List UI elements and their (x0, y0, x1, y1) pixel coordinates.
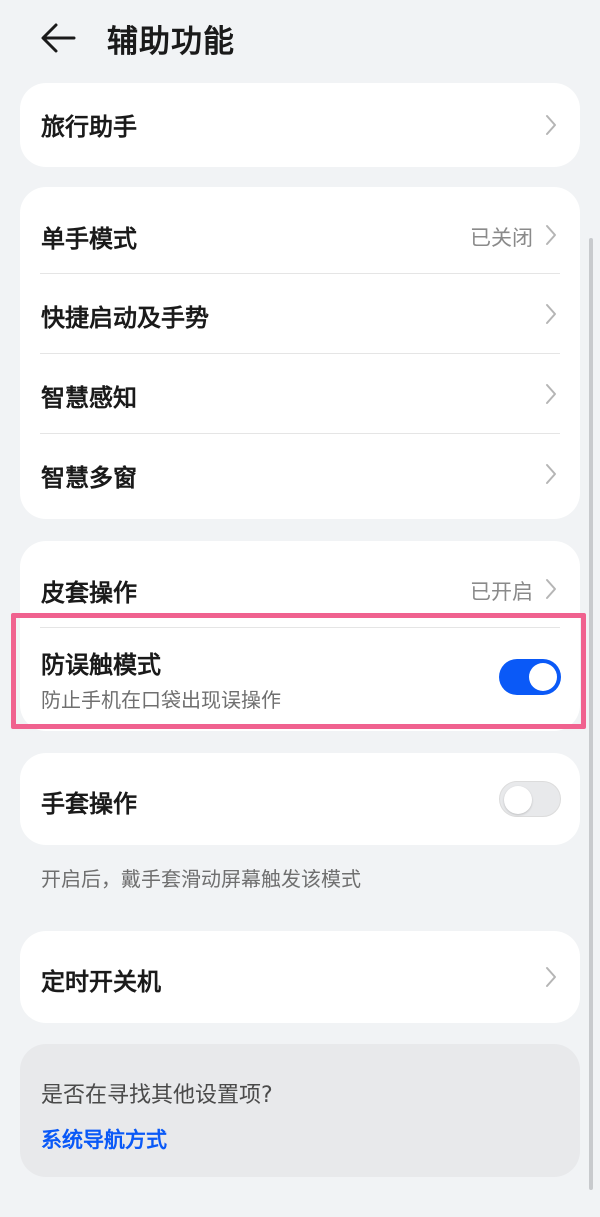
accessibility-settings-page: 辅助功能 旅行助手 单手模式 已关闭 快捷启动及手势 智慧感知 智慧多窗 皮套操… (0, 0, 600, 1217)
scrollbar[interactable] (589, 238, 593, 1190)
mistouch-toggle[interactable] (499, 659, 561, 695)
cover-card: 皮套操作 已开启 防误触模式 防止手机在口袋出现误操作 (20, 541, 580, 731)
arrow-left-icon (41, 23, 76, 53)
row-label: 智慧感知 (41, 384, 137, 412)
chevron-right-icon (546, 115, 556, 135)
row-label: 定时开关机 (41, 968, 161, 996)
smart-sensing-row[interactable]: 智慧感知 (20, 354, 580, 434)
status-value: 已关闭 (470, 226, 533, 250)
row-label: 快捷启动及手势 (41, 304, 209, 332)
modes-card: 单手模式 已关闭 快捷启动及手势 智慧感知 智慧多窗 (20, 187, 580, 519)
glove-note: 开启后，戴手套滑动屏幕触发该模式 (41, 867, 361, 891)
glove-operation-row: 手套操作 (20, 753, 580, 845)
cover-operation-row[interactable]: 皮套操作 已开启 (20, 541, 580, 627)
row-label: 防误触模式 (41, 651, 161, 679)
chevron-right-icon (546, 304, 556, 324)
timer-card: 定时开关机 (20, 931, 580, 1023)
glove-card: 手套操作 (20, 753, 580, 845)
row-label: 旅行助手 (41, 113, 137, 141)
shortcut-gesture-row[interactable]: 快捷启动及手势 (20, 274, 580, 354)
row-label: 皮套操作 (41, 579, 137, 607)
chevron-right-icon (546, 384, 556, 404)
travel-card: 旅行助手 (20, 83, 580, 167)
travel-assistant-row[interactable]: 旅行助手 (20, 83, 580, 167)
one-hand-mode-row[interactable]: 单手模式 已关闭 (20, 187, 580, 274)
chevron-right-icon (546, 967, 556, 987)
chevron-right-icon (546, 225, 556, 245)
status-value: 已开启 (470, 580, 533, 604)
scheduled-power-row[interactable]: 定时开关机 (20, 931, 580, 1023)
row-label: 智慧多窗 (41, 464, 137, 492)
mistouch-prevention-row: 防误触模式 防止手机在口袋出现误操作 (20, 628, 580, 731)
system-navigation-link[interactable]: 系统导航方式 (41, 1124, 167, 1154)
top-bar: 辅助功能 (0, 0, 600, 78)
smart-multiwindow-row[interactable]: 智慧多窗 (20, 434, 580, 519)
chevron-right-icon (546, 464, 556, 484)
back-button[interactable] (38, 18, 82, 58)
row-label: 单手模式 (41, 225, 137, 253)
suggestion-card: 是否在寻找其他设置项? 系统导航方式 (20, 1044, 580, 1177)
toggle-knob (529, 663, 557, 691)
row-sublabel: 防止手机在口袋出现误操作 (41, 688, 281, 712)
page-title: 辅助功能 (107, 24, 235, 60)
chevron-right-icon (546, 579, 556, 599)
glove-toggle[interactable] (499, 781, 561, 817)
suggestion-question: 是否在寻找其他设置项? (41, 1083, 273, 1108)
toggle-knob (504, 786, 532, 814)
row-label: 手套操作 (41, 790, 137, 818)
